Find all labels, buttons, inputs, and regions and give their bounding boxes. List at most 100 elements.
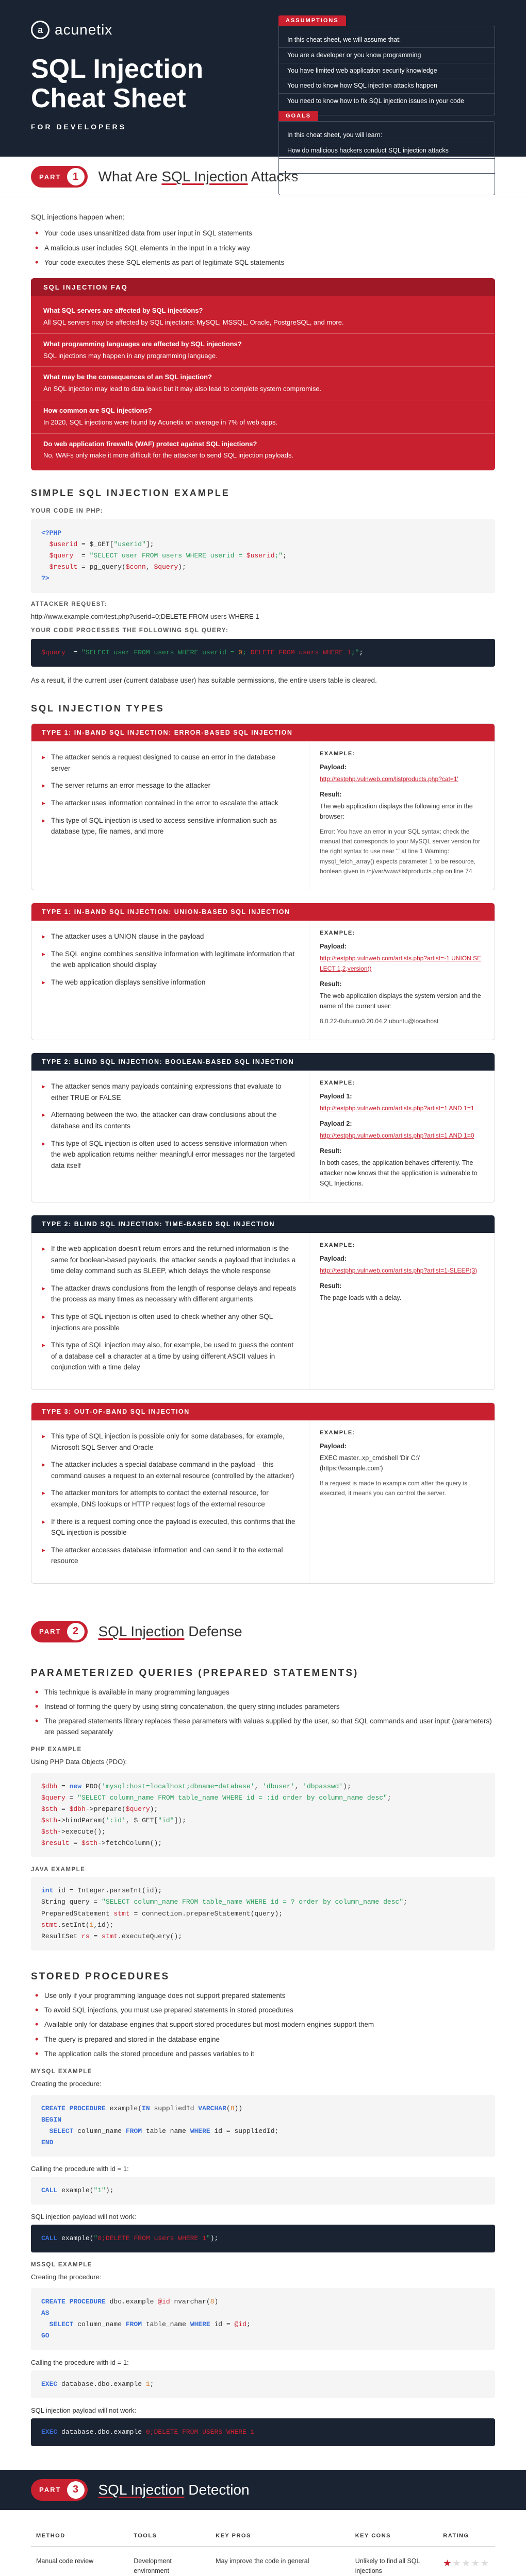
payload-link[interactable]: http://testphp.vulnweb.com/listproducts.… [320, 775, 458, 783]
example-item: 8.0.22-0ubuntu0.20.04.2 ubuntu@localhost [320, 1016, 484, 1026]
injection-type-box: TYPE 1: IN-BAND SQL INJECTION: ERROR-BAS… [31, 723, 495, 890]
injection-type-box: TYPE 2: BLIND SQL INJECTION: TIME-BASED … [31, 1215, 495, 1390]
faq-list: What SQL servers are affected by SQL inj… [31, 296, 495, 470]
rating-stars: ★★★★★ [438, 2547, 495, 2576]
payload-link[interactable]: http://testphp.vulnweb.com/artists.php?a… [320, 1267, 477, 1274]
simple-example-title: SIMPLE SQL INJECTION EXAMPLE [31, 488, 495, 499]
example-item: Payload:http://testphp.vulnweb.com/artis… [320, 1253, 484, 1276]
mysql-fail-code: CALL example("0;DELETE FROM users WHERE … [31, 2225, 495, 2252]
type-header: TYPE 2: BLIND SQL INJECTION: TIME-BASED … [31, 1215, 495, 1233]
goals-label: GOALS [278, 111, 318, 121]
goal-item: How to avoid SQL injection vulnerabiliti… [279, 174, 495, 189]
list-item: Your code uses unsanitized data from use… [35, 228, 495, 239]
java-code: int id = Integer.parseInt(id); String qu… [31, 1877, 495, 1950]
goal-item: How to fix your code that has SQL inject… [279, 159, 495, 174]
call-label: Calling the procedure with id = 1: [31, 2165, 495, 2173]
part2-header: PART 2 SQL Injection Defense [0, 1612, 526, 1652]
result-text: As a result, if the current user (curren… [31, 675, 495, 686]
list-item: The SQL engine combines sensitive inform… [37, 948, 297, 971]
faq-item: What may be the consequences of an SQL i… [31, 367, 495, 400]
list-item: The attacker accesses database informati… [37, 1545, 297, 1567]
example-label: EXAMPLE: [320, 1429, 484, 1438]
list-item: Alternating between the two, the attacke… [37, 1109, 297, 1131]
assumptions-label: ASSUMPTIONS [278, 15, 346, 26]
assumption-item: You need to know how to fix SQL injectio… [279, 94, 495, 109]
injection-type-box: TYPE 2: BLIND SQL INJECTION: BOOLEAN-BAS… [31, 1053, 495, 1202]
create-proc-label: Creating the procedure: [31, 2079, 495, 2090]
list-item: The attacker sends a request designed to… [37, 752, 297, 774]
logo-icon: a [31, 21, 50, 39]
code-label: YOUR CODE PROCESSES THE FOLLOWING SQL QU… [31, 628, 495, 634]
list-item: This type of SQL injection is used to ac… [37, 815, 297, 837]
example-item: Result:In both cases, the application be… [320, 1146, 484, 1189]
create-proc-label: Creating the procedure: [31, 2272, 495, 2283]
table-header: TOOLS [128, 2526, 210, 2547]
faq-item: What SQL servers are affected by SQL inj… [31, 300, 495, 334]
payload-link[interactable]: http://testphp.vulnweb.com/artists.php?a… [320, 1105, 474, 1112]
example-item: Payload:http://testphp.vulnweb.com/listp… [320, 762, 484, 784]
list-item: The prepared statements library replaces… [35, 1716, 495, 1737]
type-header: TYPE 3: OUT-OF-BAND SQL INJECTION [31, 1403, 495, 1420]
example-item: If a request is made to example.com afte… [320, 1479, 484, 1498]
example-item: Error: You have an error in your SQL syn… [320, 827, 484, 876]
php-note: Using PHP Data Objects (PDO): [31, 1757, 495, 1768]
example-item: Payload 1:http://testphp.vulnweb.com/art… [320, 1091, 484, 1113]
hero: a acunetix SQL Injection Cheat Sheet FOR… [0, 0, 526, 157]
part3-badge: PART 3 [31, 2479, 88, 2501]
attacker-request: http://www.example.com/test.php?userid=0… [31, 613, 495, 620]
assumption-item: You need to know how SQL injection attac… [279, 78, 495, 94]
table-row: Manual code reviewDevelopment environmen… [31, 2547, 495, 2576]
list-item: This type of SQL injection is often used… [37, 1138, 297, 1172]
list-item: To avoid SQL injections, you must use pr… [35, 2005, 495, 2015]
part1-badge: PART 1 [31, 166, 88, 188]
example-item: Payload:EXEC master..xp_cmdshell 'Dir C:… [320, 1441, 484, 1473]
part2-number: 2 [67, 1623, 85, 1640]
part3-title: SQL Injection Detection [98, 2482, 249, 2498]
example-item: Payload 2:http://testphp.vulnweb.com/art… [320, 1118, 484, 1141]
injection-type-box: TYPE 3: OUT-OF-BAND SQL INJECTIONThis ty… [31, 1402, 495, 1584]
list-item: The attacker monitors for attempts to co… [37, 1487, 297, 1510]
part2-body: PARAMETERIZED QUERIES (PREPARED STATEMEN… [0, 1652, 526, 2470]
list-item: The server returns an error message to t… [37, 780, 297, 791]
list-item: If there is a request coming once the pa… [37, 1516, 297, 1538]
list-item: The attacker draws conclusions from the … [37, 1283, 297, 1305]
example-label: EXAMPLE: [320, 1241, 484, 1250]
list-item: This technique is available in many prog… [35, 1687, 495, 1698]
list-item: The attacker uses a UNION clause in the … [37, 931, 297, 942]
mssql-label: MSSQL EXAMPLE [31, 2262, 495, 2268]
assumptions-intro: In this cheat sheet, we will assume that… [279, 32, 495, 48]
php-code: <?PHP $userid = $_GET["userid"]; $query … [31, 519, 495, 592]
payload-link[interactable]: http://testphp.vulnweb.com/artists.php?a… [320, 955, 481, 972]
list-item: Use only if your programming language do… [35, 1991, 495, 2001]
p1-intro: SQL injections happen when: [31, 213, 495, 221]
processed-query: $query = "SELECT user FROM users WHERE u… [31, 639, 495, 667]
list-item: Instead of forming the query by using st… [35, 1702, 495, 1712]
list-item: Available only for database engines that… [35, 2020, 495, 2030]
part2-badge: PART 2 [31, 1621, 88, 1642]
example-item: Result:The web application displays the … [320, 789, 484, 822]
part1-title: What Are SQL Injection Attacks [98, 168, 298, 185]
example-label: EXAMPLE: [320, 929, 484, 938]
mssql-call-code: EXEC database.dbo.example 1; [31, 2370, 495, 2398]
mssql-create-code: CREATE PROCEDURE dbo.example @id nvarcha… [31, 2288, 495, 2350]
brand-name: acunetix [55, 22, 112, 38]
param-title: PARAMETERIZED QUERIES (PREPARED STATEMEN… [31, 1668, 495, 1679]
assumptions-box: ASSUMPTIONS In this cheat sheet, we will… [278, 15, 495, 115]
table-header: RATING [438, 2526, 495, 2547]
list-item: The web application displays sensitive i… [37, 977, 297, 988]
list-item: The query is prepared and stored in the … [35, 2035, 495, 2045]
part-label: PART [39, 1628, 61, 1635]
part2-title: SQL Injection Defense [98, 1623, 242, 1640]
payload-link[interactable]: http://testphp.vulnweb.com/artists.php?a… [320, 1132, 474, 1139]
goal-item: How do malicious hackers conduct SQL inj… [279, 143, 495, 159]
type-header: TYPE 2: BLIND SQL INJECTION: BOOLEAN-BAS… [31, 1053, 495, 1071]
list-item: The attacker uses information contained … [37, 798, 297, 809]
example-item: Result:The web application displays the … [320, 979, 484, 1011]
list-item: A malicious user includes SQL elements i… [35, 243, 495, 253]
assumption-item: You have limited web application securit… [279, 63, 495, 79]
faq-item: Do web application firewalls (WAF) prote… [31, 434, 495, 467]
part-label: PART [39, 2486, 61, 2494]
list-item: The attacker sends many payloads contain… [37, 1081, 297, 1103]
part1-number: 1 [67, 168, 85, 185]
types-title: SQL INJECTION TYPES [31, 703, 495, 714]
